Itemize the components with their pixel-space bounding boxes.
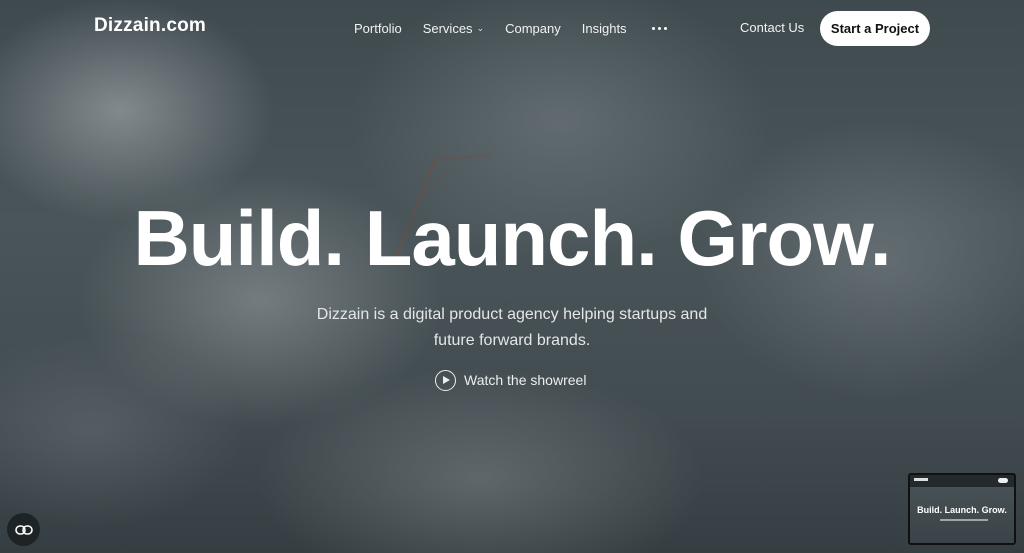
- video-thumbnail[interactable]: Build. Launch. Grow.: [908, 473, 1016, 545]
- play-circle-icon: [435, 369, 456, 391]
- hero-subtitle: Dizzain is a digital product agency help…: [316, 306, 708, 349]
- main-menu: Portfolio Services ⌄ Company Insights: [354, 20, 671, 36]
- nav-services[interactable]: Services ⌄: [423, 21, 484, 36]
- hero-headline: Build. Launch. Grow.: [133, 194, 891, 282]
- more-dots-icon[interactable]: [648, 20, 671, 36]
- dot: [663, 26, 667, 30]
- thumbnail-title: Build. Launch. Grow.: [917, 505, 1007, 515]
- top-navigation: Dizzain.com Portfolio Services ⌄ Company…: [0, 0, 1024, 58]
- nav-services-label: Services: [422, 20, 473, 36]
- nav-insights[interactable]: Insights: [582, 21, 627, 36]
- showreel-label: Watch the showreel: [464, 372, 587, 388]
- nav-company[interactable]: Company: [505, 21, 561, 36]
- watch-showreel-button[interactable]: Watch the showreel: [435, 369, 586, 391]
- chevron-down-icon: ⌄: [476, 22, 485, 33]
- nav-insights-label: Insights: [581, 20, 627, 36]
- nav-company-label: Company: [505, 20, 561, 36]
- dot: [657, 26, 661, 30]
- start-project-button[interactable]: Start a Project: [820, 11, 930, 46]
- dot: [651, 26, 655, 30]
- chat-button[interactable]: [7, 513, 40, 546]
- chat-link-icon: [14, 524, 33, 535]
- nav-portfolio[interactable]: Portfolio: [354, 21, 402, 36]
- thumbnail-logo: [914, 478, 928, 481]
- thumbnail-cta: [998, 478, 1008, 483]
- contact-us-link[interactable]: Contact Us: [740, 20, 804, 35]
- nav-portfolio-label: Portfolio: [354, 20, 402, 36]
- thumbnail-subtitle-line: [940, 519, 988, 521]
- thumbnail-nav: [910, 475, 1014, 487]
- play-icon: [443, 376, 450, 384]
- brand-logo[interactable]: Dizzain.com: [94, 15, 206, 37]
